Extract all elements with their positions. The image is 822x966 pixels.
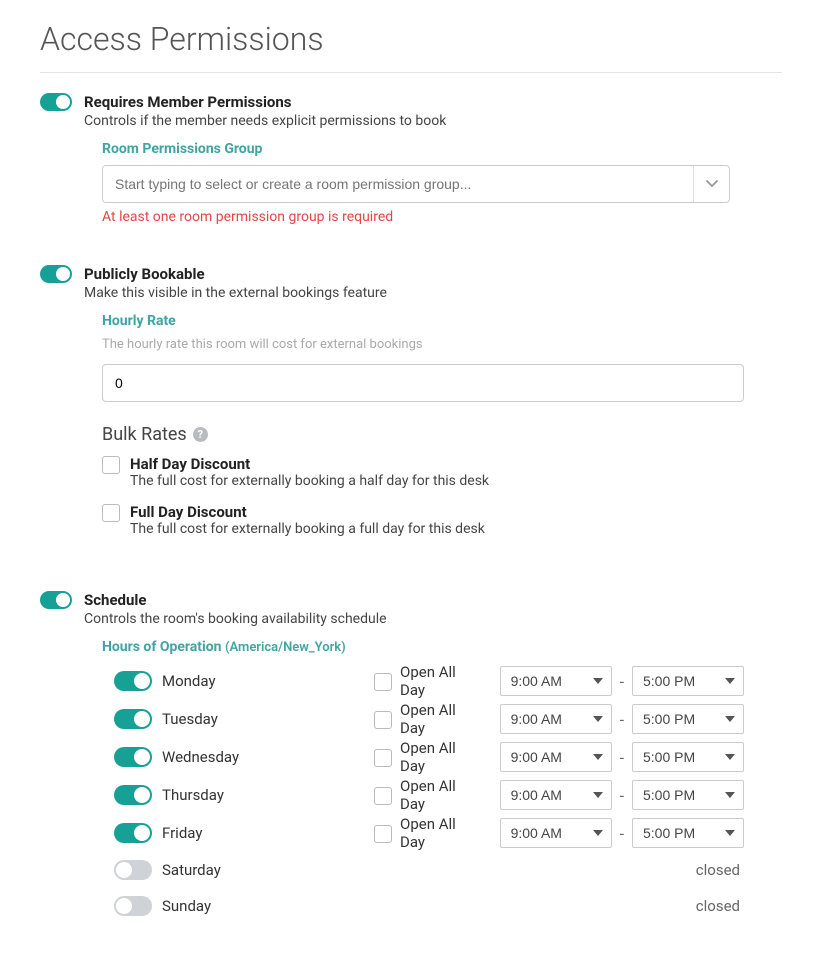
room-permissions-group-input[interactable] xyxy=(103,166,693,202)
schedule-toggle[interactable] xyxy=(40,591,72,609)
day-row: Thursday Open All Day 9:00 AM-5:00 PM xyxy=(114,777,744,813)
section-schedule: Schedule Controls the room's booking ava… xyxy=(40,591,782,925)
close-time-select[interactable]: 5:00 PM xyxy=(632,780,744,810)
open-all-day-checkbox[interactable] xyxy=(374,673,392,691)
open-all-day-checkbox[interactable] xyxy=(374,787,392,805)
open-time-select[interactable]: 9:00 AM xyxy=(500,666,612,696)
day-toggle[interactable] xyxy=(114,896,152,916)
open-all-day-checkbox[interactable] xyxy=(374,749,392,767)
page-title: Access Permissions xyxy=(40,20,782,58)
time-dash: - xyxy=(620,710,624,729)
half-day-discount-desc: The full cost for externally booking a h… xyxy=(130,473,489,489)
room-permissions-error: At least one room permission group is re… xyxy=(102,209,782,225)
day-name: Sunday xyxy=(162,897,211,915)
day-name: Wednesday xyxy=(162,748,239,766)
room-permissions-group-label: Room Permissions Group xyxy=(102,141,782,157)
day-row: Wednesday Open All Day 9:00 AM-5:00 PM xyxy=(114,739,744,775)
open-time-select[interactable]: 9:00 AM xyxy=(500,818,612,848)
help-icon[interactable]: ? xyxy=(193,427,208,442)
open-all-day-label: Open All Day xyxy=(400,701,480,737)
day-row: Monday Open All Day 9:00 AM-5:00 PM xyxy=(114,663,744,699)
open-all-day-label: Open All Day xyxy=(400,739,480,775)
day-name: Monday xyxy=(162,672,216,690)
full-day-discount-label: Full Day Discount xyxy=(130,503,485,521)
day-name: Friday xyxy=(162,824,202,842)
open-all-day-label: Open All Day xyxy=(400,663,480,699)
divider xyxy=(40,72,782,73)
day-name: Tuesday xyxy=(162,710,218,728)
full-day-discount-desc: The full cost for externally booking a f… xyxy=(130,521,485,537)
open-time-select[interactable]: 9:00 AM xyxy=(500,704,612,734)
day-toggle[interactable] xyxy=(114,785,152,805)
time-dash: - xyxy=(620,824,624,843)
half-day-discount-label: Half Day Discount xyxy=(130,455,489,473)
requires-permissions-toggle[interactable] xyxy=(40,93,72,111)
closed-label: closed xyxy=(374,861,744,879)
day-row: Saturday closed xyxy=(114,853,744,887)
full-day-discount-checkbox[interactable] xyxy=(102,504,120,522)
requires-permissions-desc: Controls if the member needs explicit pe… xyxy=(84,113,782,129)
hours-of-operation-label: Hours of Operation (America/New_York) xyxy=(102,639,782,655)
time-dash: - xyxy=(620,748,624,767)
hourly-rate-label: Hourly Rate xyxy=(102,313,782,329)
day-name: Thursday xyxy=(162,786,224,804)
publicly-bookable-label: Publicly Bookable xyxy=(84,265,782,283)
day-toggle[interactable] xyxy=(114,671,152,691)
day-row: Sunday closed xyxy=(114,889,744,923)
schedule-label: Schedule xyxy=(84,591,782,609)
half-day-discount-row: Half Day Discount The full cost for exte… xyxy=(102,455,782,489)
close-time-select[interactable]: 5:00 PM xyxy=(632,818,744,848)
closed-label: closed xyxy=(374,897,744,915)
day-row: Friday Open All Day 9:00 AM-5:00 PM xyxy=(114,815,744,851)
day-toggle[interactable] xyxy=(114,823,152,843)
hourly-rate-hint: The hourly rate this room will cost for … xyxy=(102,337,782,352)
requires-permissions-label: Requires Member Permissions xyxy=(84,93,782,111)
half-day-discount-checkbox[interactable] xyxy=(102,456,120,474)
day-toggle[interactable] xyxy=(114,860,152,880)
day-row: Tuesday Open All Day 9:00 AM-5:00 PM xyxy=(114,701,744,737)
open-all-day-checkbox[interactable] xyxy=(374,825,392,843)
publicly-bookable-desc: Make this visible in the external bookin… xyxy=(84,285,782,301)
bulk-rates-label: Bulk Rates xyxy=(102,424,187,445)
day-toggle[interactable] xyxy=(114,747,152,767)
close-time-select[interactable]: 5:00 PM xyxy=(632,704,744,734)
open-all-day-checkbox[interactable] xyxy=(374,711,392,729)
open-time-select[interactable]: 9:00 AM xyxy=(500,780,612,810)
full-day-discount-row: Full Day Discount The full cost for exte… xyxy=(102,503,782,537)
bulk-rates-heading: Bulk Rates ? xyxy=(102,424,782,445)
open-all-day-label: Open All Day xyxy=(400,777,480,813)
section-publicly-bookable: Publicly Bookable Make this visible in t… xyxy=(40,265,782,551)
chevron-down-icon[interactable] xyxy=(693,166,729,202)
section-requires-permissions: Requires Member Permissions Controls if … xyxy=(40,93,782,225)
open-time-select[interactable]: 9:00 AM xyxy=(500,742,612,772)
day-toggle[interactable] xyxy=(114,709,152,729)
room-permissions-group-combo[interactable] xyxy=(102,165,730,203)
open-all-day-label: Open All Day xyxy=(400,815,480,851)
time-dash: - xyxy=(620,672,624,691)
close-time-select[interactable]: 5:00 PM xyxy=(632,742,744,772)
close-time-select[interactable]: 5:00 PM xyxy=(632,666,744,696)
publicly-bookable-toggle[interactable] xyxy=(40,265,72,283)
hourly-rate-input[interactable] xyxy=(102,364,744,402)
day-name: Saturday xyxy=(162,861,221,879)
time-dash: - xyxy=(620,786,624,805)
schedule-desc: Controls the room's booking availability… xyxy=(84,611,782,627)
